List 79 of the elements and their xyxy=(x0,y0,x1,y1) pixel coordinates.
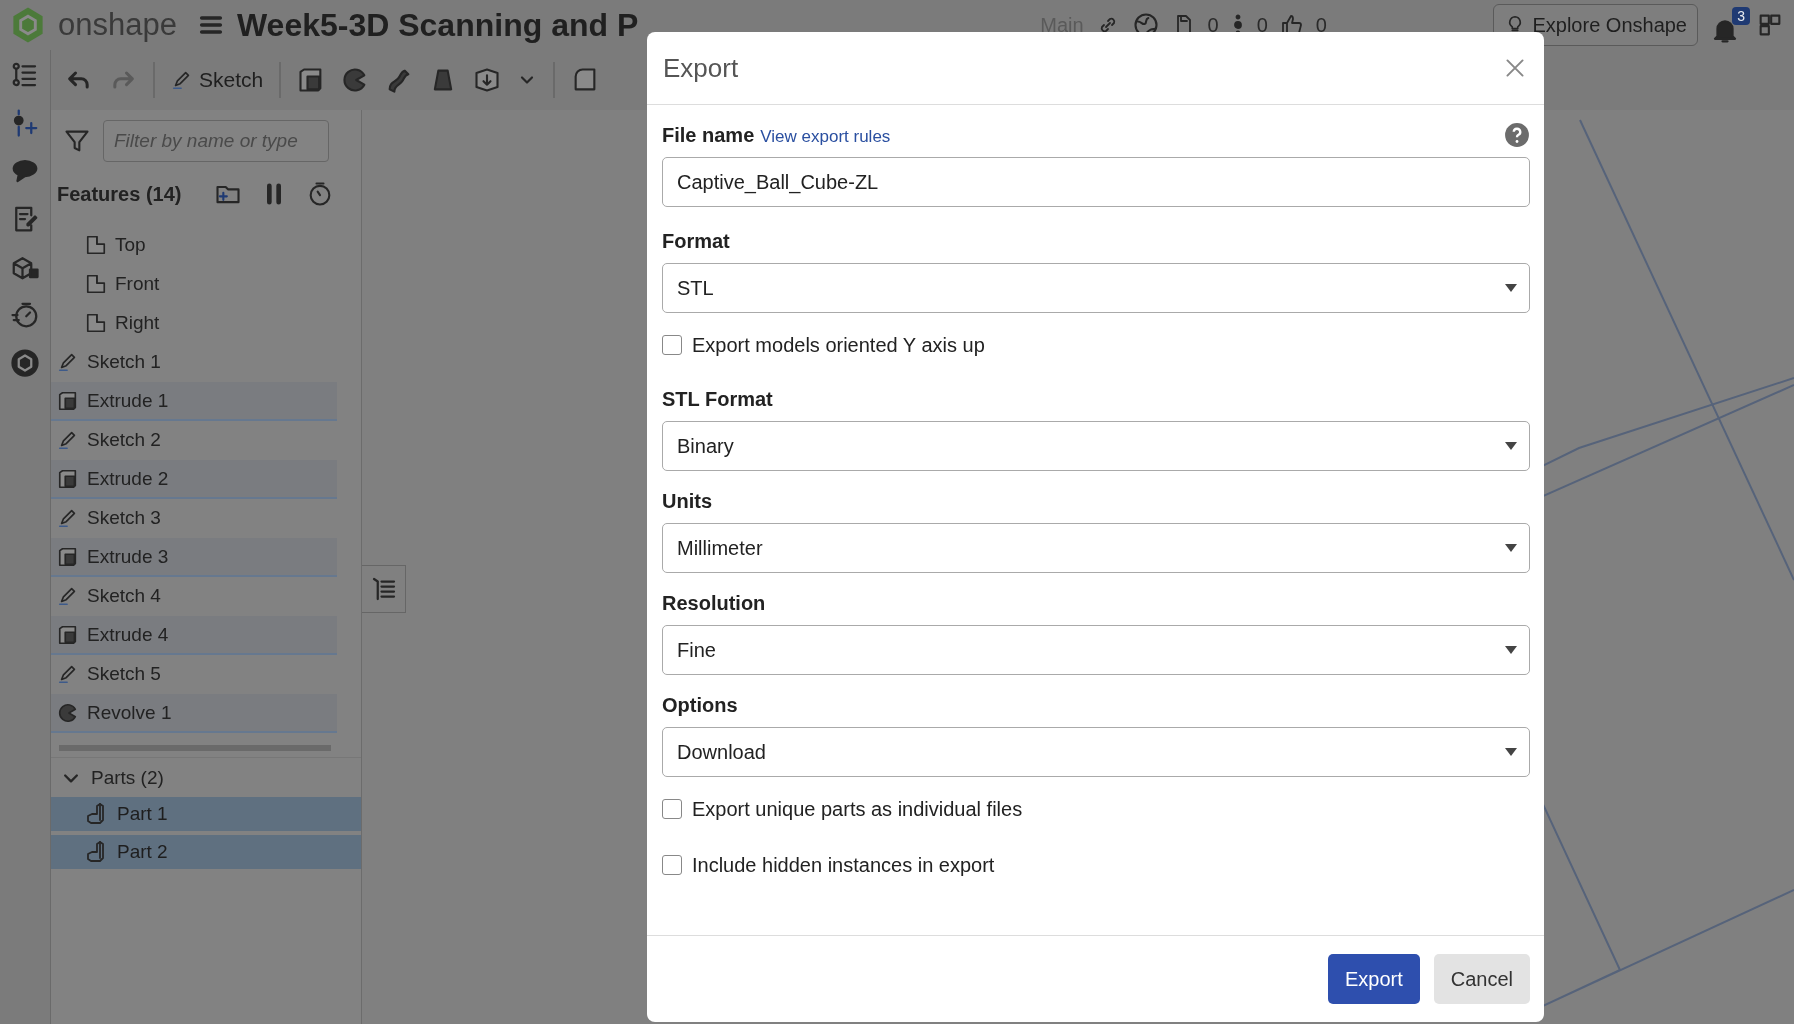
checkbox-label: Export models oriented Y axis up xyxy=(692,333,985,357)
plane-icon xyxy=(85,233,107,256)
plane-icon xyxy=(85,272,107,295)
dropdown-caret-icon xyxy=(1505,646,1517,654)
dropdown-caret-icon xyxy=(1505,544,1517,552)
feature-item[interactable]: Revolve 1 xyxy=(51,694,337,733)
sketch-button[interactable]: Sketch xyxy=(171,68,264,92)
features-title: Features (14) xyxy=(57,182,182,206)
export-rules-link[interactable]: View export rules xyxy=(760,126,891,146)
field-label: Format xyxy=(662,229,730,253)
feature-item[interactable]: Right xyxy=(51,304,337,343)
select-field[interactable]: Millimeter xyxy=(662,523,1530,573)
extrude-icon xyxy=(57,545,79,568)
extrude-icon xyxy=(57,623,79,646)
cancel-button[interactable]: Cancel xyxy=(1433,954,1530,1004)
explore-button[interactable]: Explore Onshape xyxy=(1493,4,1698,46)
thicken-icon[interactable] xyxy=(473,66,502,94)
count: 0 xyxy=(1256,13,1268,37)
app-name: onshape xyxy=(58,7,177,43)
checkbox[interactable] xyxy=(662,855,682,875)
extrude-icon xyxy=(57,389,79,412)
logo-icon xyxy=(10,6,46,44)
list-toggle-button[interactable] xyxy=(362,565,406,613)
checkbox-label: Export unique parts as individual files xyxy=(692,797,1023,821)
extrude-icon xyxy=(57,467,79,490)
stopwatch-icon[interactable] xyxy=(10,300,40,330)
checkbox-label: Include hidden instances in export xyxy=(692,853,995,877)
feature-label: Extrude 2 xyxy=(87,467,169,490)
feature-label: Sketch 4 xyxy=(87,584,161,607)
checkbox[interactable] xyxy=(662,799,682,819)
file-name-field[interactable]: Captive_Ball_Cube-ZL xyxy=(662,157,1530,207)
feature-item[interactable]: Front xyxy=(51,265,337,304)
feature-item[interactable]: Sketch 2 xyxy=(51,421,337,460)
feature-item[interactable]: Extrude 1 xyxy=(51,382,337,421)
feature-item[interactable]: Sketch 3 xyxy=(51,499,337,538)
select-field[interactable]: Download xyxy=(662,727,1530,777)
feature-label: Top xyxy=(115,233,146,256)
notification-badge: 3 xyxy=(1732,7,1750,25)
feature-label: Sketch 5 xyxy=(87,662,161,685)
field-label: Units xyxy=(662,489,712,513)
help-icon[interactable] xyxy=(1504,122,1530,148)
chat-logo-icon[interactable] xyxy=(10,348,40,378)
field-label: STL Format xyxy=(662,387,773,411)
feature-label: Sketch 3 xyxy=(87,506,161,529)
revolve-icon xyxy=(57,701,79,724)
feature-item[interactable]: Sketch 5 xyxy=(51,655,337,694)
feature-label: Extrude 1 xyxy=(87,389,169,412)
feature-label: Sketch 1 xyxy=(87,350,161,373)
field-label: Options xyxy=(662,693,738,717)
export-button[interactable]: Export xyxy=(1327,954,1420,1004)
checkbox[interactable] xyxy=(662,335,682,355)
feature-item[interactable]: Extrude 2 xyxy=(51,460,337,499)
feature-item[interactable]: Extrude 3 xyxy=(51,538,337,577)
feature-item[interactable]: Sketch 1 xyxy=(51,343,337,382)
count: 0 xyxy=(1207,13,1219,37)
select-field[interactable]: Fine xyxy=(662,625,1530,675)
part-item[interactable]: Part 1 xyxy=(51,797,361,831)
feature-item[interactable]: Top xyxy=(51,226,337,265)
plane-icon xyxy=(85,311,107,334)
document-title: Week5-3D Scanning and P xyxy=(236,6,639,44)
feature-item[interactable]: Sketch 4 xyxy=(51,577,337,616)
count: 0 xyxy=(1315,13,1327,37)
field-label: Resolution xyxy=(662,591,766,615)
select-field[interactable]: STL xyxy=(662,263,1530,313)
feature-label: Sketch 2 xyxy=(87,428,161,451)
feature-label: Front xyxy=(115,272,160,295)
dropdown-caret-icon xyxy=(1505,284,1517,292)
dialog-title: Export xyxy=(663,52,739,84)
feature-label: Extrude 3 xyxy=(87,545,169,568)
feature-item[interactable]: Extrude 4 xyxy=(51,616,337,655)
field-label: File name xyxy=(662,123,755,146)
select-field[interactable]: Binary xyxy=(662,421,1530,471)
feature-label: Extrude 4 xyxy=(87,623,169,646)
part-item[interactable]: Part 2 xyxy=(51,835,361,869)
feature-label: Revolve 1 xyxy=(87,701,172,724)
dropdown-caret-icon xyxy=(1505,748,1517,756)
filter-field[interactable]: Filter by name or type xyxy=(103,120,329,162)
dropdown-caret-icon xyxy=(1505,442,1517,450)
feature-label: Right xyxy=(115,311,160,334)
